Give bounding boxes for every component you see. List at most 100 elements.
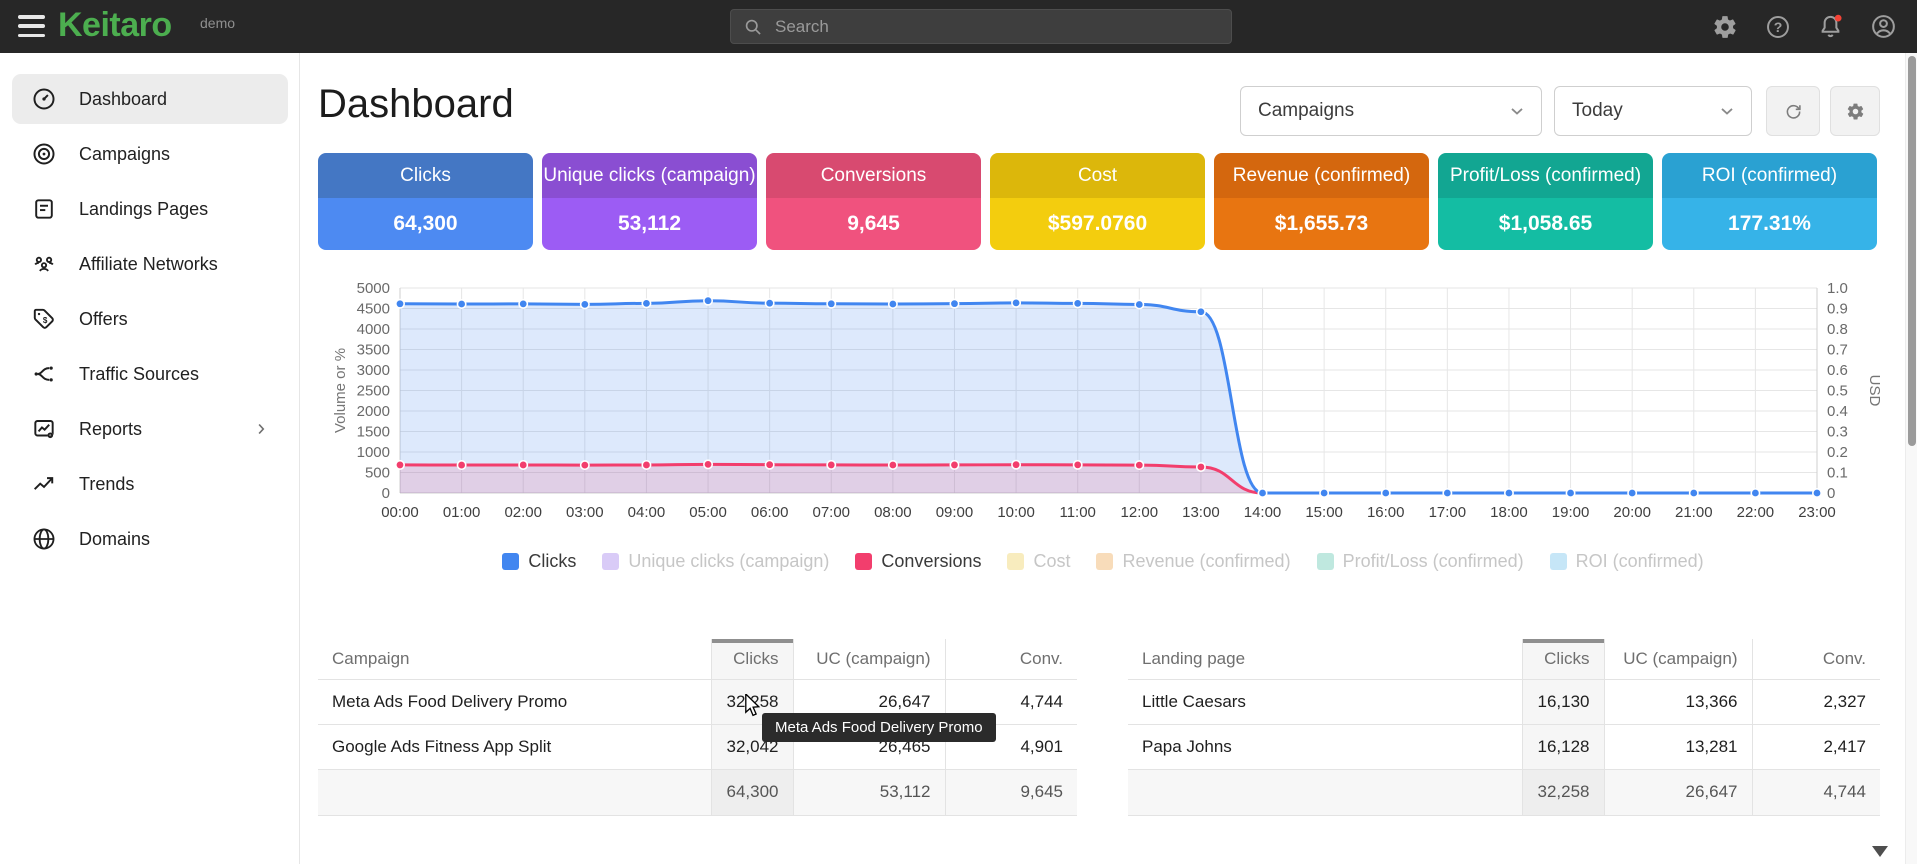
svg-text:13:00: 13:00	[1182, 504, 1220, 521]
legend-label: Profit/Loss (confirmed)	[1343, 551, 1524, 572]
campaigns-icon	[30, 141, 57, 168]
svg-text:0: 0	[1827, 485, 1835, 502]
legend-item-cost[interactable]: Cost	[1007, 551, 1070, 572]
stat-card-value: 64,300	[318, 198, 533, 250]
landing-pages-table: Landing pageClicksUC (campaign)Conv.Litt…	[1128, 639, 1880, 816]
svg-text:01:00: 01:00	[443, 504, 481, 521]
totals-cell: 9,645	[945, 769, 1077, 815]
stat-card-clicks: Clicks64,300	[318, 153, 533, 250]
svg-text:USD: USD	[1866, 375, 1883, 407]
dashboard-settings-button[interactable]	[1830, 86, 1880, 136]
svg-text:2500: 2500	[357, 383, 390, 400]
sidebar-item-campaigns[interactable]: Campaigns	[12, 129, 288, 179]
legend-item-unique-clicks-campaign[interactable]: Unique clicks (campaign)	[602, 551, 829, 572]
user-account-icon[interactable]	[1870, 13, 1897, 40]
svg-text:0.8: 0.8	[1827, 321, 1848, 338]
svg-text:0.9: 0.9	[1827, 301, 1848, 318]
svg-text:23:00: 23:00	[1798, 504, 1836, 521]
column-header-conv[interactable]: Conv.	[945, 639, 1077, 679]
sidebar-item-trends[interactable]: Trends	[12, 459, 288, 509]
sidebar-item-domains[interactable]: Domains	[12, 514, 288, 564]
hamburger-menu-icon[interactable]	[18, 15, 45, 37]
sidebar-item-affiliate-networks[interactable]: Affiliate Networks	[12, 239, 288, 289]
svg-text:0.1: 0.1	[1827, 465, 1848, 482]
stat-card-label: Revenue (confirmed)	[1214, 153, 1429, 198]
refresh-button[interactable]	[1766, 86, 1820, 136]
row-name-cell[interactable]: Google Ads Fitness App Split	[318, 724, 711, 769]
sidebar-item-reports[interactable]: Reports	[12, 404, 288, 454]
settings-gear-icon[interactable]	[1711, 13, 1738, 40]
table-row[interactable]: Little Caesars16,13013,3662,327	[1128, 679, 1880, 724]
totals-cell: 32,258	[1522, 769, 1604, 815]
stat-card-profit-loss-confirmed: Profit/Loss (confirmed)$1,058.65	[1438, 153, 1653, 250]
legend-item-conversions[interactable]: Conversions	[855, 551, 981, 572]
svg-text:04:00: 04:00	[628, 504, 666, 521]
notifications-bell-icon[interactable]	[1817, 13, 1844, 40]
svg-text:09:00: 09:00	[936, 504, 974, 521]
app-logo[interactable]: Keitaro	[58, 6, 172, 45]
page-scrollbar[interactable]	[1905, 53, 1917, 864]
column-header-uc-campaign[interactable]: UC (campaign)	[1604, 639, 1752, 679]
legend-label: Clicks	[528, 551, 576, 572]
column-header-campaign[interactable]: Campaign	[318, 639, 711, 679]
dashboard-chart[interactable]: 005000.110000.215000.320000.425000.53000…	[318, 282, 1888, 532]
svg-text:2000: 2000	[357, 403, 390, 420]
scroll-down-arrow-icon[interactable]	[1872, 846, 1888, 857]
sidebar-item-offers[interactable]: $Offers	[12, 294, 288, 344]
stat-card-roi-confirmed: ROI (confirmed)177.31%	[1662, 153, 1877, 250]
legend-item-profit-loss-confirmed[interactable]: Profit/Loss (confirmed)	[1317, 551, 1524, 572]
stat-card-label: Profit/Loss (confirmed)	[1438, 153, 1653, 198]
svg-text:16:00: 16:00	[1367, 504, 1405, 521]
date-range-value: Today	[1572, 100, 1623, 122]
svg-text:4000: 4000	[357, 321, 390, 338]
svg-text:15:00: 15:00	[1305, 504, 1343, 521]
stat-cards-row: Clicks64,300Unique clicks (campaign)53,1…	[318, 153, 1877, 250]
sort-indicator	[1523, 639, 1604, 643]
svg-text:03:00: 03:00	[566, 504, 604, 521]
scrollbar-thumb[interactable]	[1908, 56, 1916, 446]
stat-card-value: 9,645	[766, 198, 981, 250]
row-name-cell[interactable]: Papa Johns	[1128, 724, 1522, 769]
legend-item-clicks[interactable]: Clicks	[502, 551, 576, 572]
legend-item-roi-confirmed[interactable]: ROI (confirmed)	[1550, 551, 1704, 572]
search-icon	[743, 17, 763, 37]
sidebar-item-label: Traffic Sources	[79, 364, 199, 385]
svg-text:5000: 5000	[357, 282, 390, 297]
stat-card-value: 177.31%	[1662, 198, 1877, 250]
date-range-select[interactable]: Today	[1554, 86, 1752, 136]
sidebar-item-landings-pages[interactable]: Landings Pages	[12, 184, 288, 234]
legend-label: Unique clicks (campaign)	[628, 551, 829, 572]
legend-item-revenue-confirmed[interactable]: Revenue (confirmed)	[1096, 551, 1290, 572]
table-row[interactable]: Papa Johns16,12813,2812,417	[1128, 724, 1880, 769]
svg-text:1500: 1500	[357, 424, 390, 441]
search-input[interactable]	[763, 17, 1231, 37]
stat-card-value: 53,112	[542, 198, 757, 250]
sidebar-item-label: Domains	[79, 529, 150, 550]
svg-text:10:00: 10:00	[997, 504, 1035, 521]
svg-text:12:00: 12:00	[1121, 504, 1159, 521]
column-header-uc-campaign[interactable]: UC (campaign)	[793, 639, 945, 679]
sidebar-item-traffic-sources[interactable]: Traffic Sources	[12, 349, 288, 399]
stat-card-value: $1,655.73	[1214, 198, 1429, 250]
column-header-clicks[interactable]: Clicks	[711, 639, 793, 679]
legend-swatch	[1317, 553, 1334, 570]
campaigns-filter-select[interactable]: Campaigns	[1240, 86, 1542, 136]
help-icon[interactable]: ?	[1764, 13, 1791, 40]
gear-icon	[1846, 102, 1865, 121]
row-value-cell: 13,366	[1604, 679, 1752, 724]
legend-swatch	[1096, 553, 1113, 570]
totals-cell: 53,112	[793, 769, 945, 815]
row-name-cell[interactable]: Little Caesars	[1128, 679, 1522, 724]
column-header-clicks[interactable]: Clicks	[1522, 639, 1604, 679]
campaigns-filter-value: Campaigns	[1258, 100, 1354, 122]
column-header-conv[interactable]: Conv.	[1752, 639, 1880, 679]
stat-card-value: $597.0760	[990, 198, 1205, 250]
domains-icon	[30, 526, 57, 553]
sidebar-item-label: Campaigns	[79, 144, 170, 165]
row-name-cell[interactable]: Meta Ads Food Delivery Promo	[318, 679, 711, 724]
column-header-landing-page[interactable]: Landing page	[1128, 639, 1522, 679]
stat-card-label: ROI (confirmed)	[1662, 153, 1877, 198]
sidebar-item-dashboard[interactable]: Dashboard	[12, 74, 288, 124]
svg-text:Volume or %: Volume or %	[332, 348, 349, 433]
chevron-down-icon	[1717, 101, 1737, 121]
